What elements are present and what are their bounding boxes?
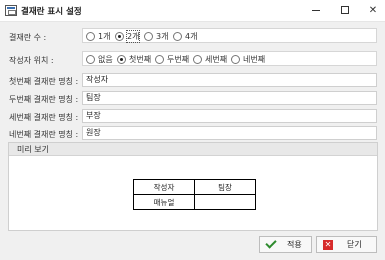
third-name-label: 세번째 결재란 명칭 : (9, 113, 79, 122)
minimize-button[interactable] (305, 1, 327, 20)
radio-icon (155, 55, 164, 64)
position-radio-group: 없음 첫번째 두번째 세번째 네번째 (82, 51, 377, 66)
position-label: 작성자 위치 : (9, 56, 54, 65)
position-option-none[interactable]: 없음 (86, 54, 113, 65)
position-option-third[interactable]: 세번째 (193, 54, 227, 65)
count-option-4[interactable]: 4개 (173, 31, 197, 42)
preview-sign-cell (194, 194, 256, 210)
close-x-icon: ✕ (323, 239, 333, 250)
count-option-2[interactable]: 2개 (115, 30, 141, 43)
preview-sign-cell: 매뉴얼 (133, 194, 195, 210)
preview-header-cell: 팀장 (194, 179, 256, 195)
preview-title: 미리 보기 (9, 143, 377, 156)
second-name-label: 두번째 결재란 명칭 : (9, 95, 79, 104)
close-button[interactable]: ✕ 닫기 (316, 236, 377, 253)
apply-button[interactable]: 적용 (259, 236, 312, 253)
position-option-second[interactable]: 두번째 (155, 54, 189, 65)
title-bar: 결재란 표시 설정 ✕ (0, 0, 385, 22)
radio-checked-icon (117, 55, 126, 64)
first-name-label: 첫번째 결재란 명칭 : (9, 77, 79, 86)
position-option-fourth[interactable]: 네번째 (231, 54, 265, 65)
preview-panel: 미리 보기 작성자 팀장 매뉴얼 (8, 142, 378, 231)
fourth-name-input[interactable]: 원장 (82, 126, 377, 140)
radio-icon (193, 55, 202, 64)
preview-header-cell: 작성자 (133, 179, 195, 195)
radio-icon (86, 32, 95, 41)
close-window-button[interactable]: ✕ (362, 1, 384, 20)
radio-checked-icon (115, 32, 124, 41)
count-option-1[interactable]: 1개 (86, 31, 110, 42)
settings-dialog: 결재란 표시 설정 ✕ 결재란 수 : 1개 2개 3개 4개 작성자 위치 :… (0, 0, 385, 260)
minimize-icon (312, 10, 320, 11)
window-app-icon (5, 5, 17, 16)
count-option-3[interactable]: 3개 (144, 31, 168, 42)
table-row: 매뉴얼 (133, 194, 256, 210)
window-title: 결재란 표시 설정 (21, 7, 82, 17)
count-label: 결재란 수 : (9, 33, 47, 42)
count-radio-group: 1개 2개 3개 4개 (82, 28, 377, 43)
maximize-icon (341, 6, 349, 14)
radio-icon (231, 55, 240, 64)
position-option-first[interactable]: 첫번째 (117, 54, 151, 65)
preview-approval-table: 작성자 팀장 매뉴얼 (133, 179, 256, 210)
radio-icon (144, 32, 153, 41)
maximize-button[interactable] (334, 1, 356, 20)
fourth-name-label: 네번째 결재란 명칭 : (9, 130, 79, 139)
close-icon: ✕ (368, 5, 378, 16)
second-name-input[interactable]: 팀장 (82, 91, 377, 105)
table-row: 작성자 팀장 (133, 179, 256, 195)
radio-icon (86, 55, 95, 64)
check-icon (265, 237, 277, 249)
radio-icon (173, 32, 182, 41)
first-name-input[interactable]: 작성자 (82, 73, 377, 87)
third-name-input[interactable]: 부장 (82, 109, 377, 123)
